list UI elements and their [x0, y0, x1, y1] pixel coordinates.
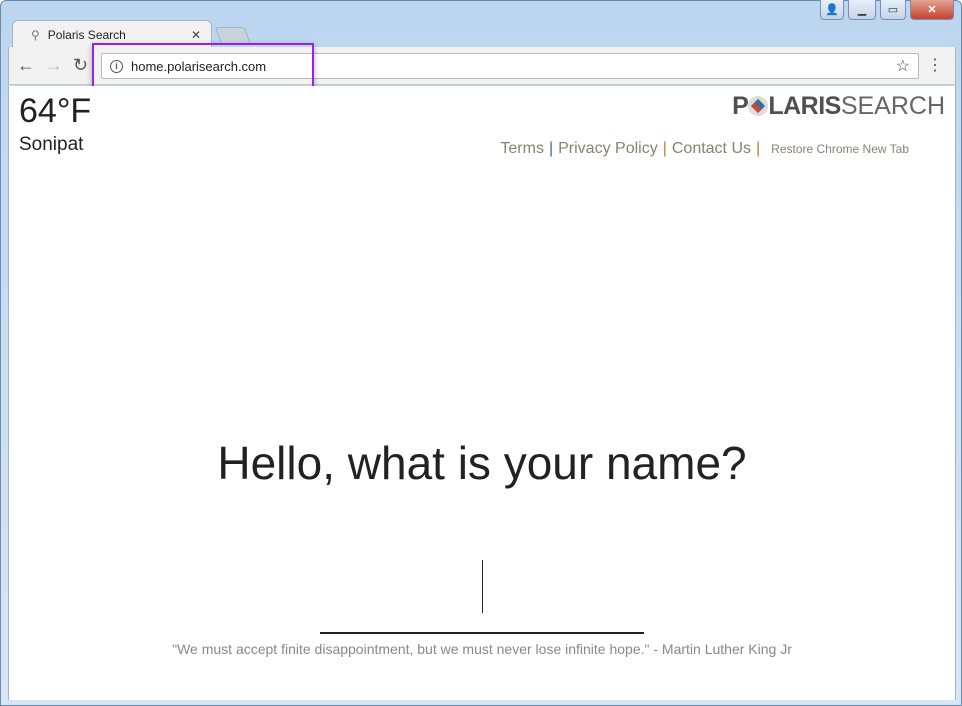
terms-link[interactable]: Terms: [500, 140, 544, 158]
restore-chrome-new-tab-link[interactable]: Restore Chrome New Tab: [771, 142, 909, 156]
close-window-button[interactable]: ✕: [910, 0, 954, 20]
tab-title: Polaris Search: [47, 27, 126, 42]
minimize-button[interactable]: ▁: [848, 0, 876, 20]
reload-icon[interactable]: ↻: [73, 55, 88, 76]
star-icon[interactable]: ☆: [896, 56, 910, 76]
privacy-policy-link[interactable]: Privacy Policy: [558, 140, 658, 158]
city: Sonipat: [19, 134, 84, 155]
address-highlight-box: [92, 43, 314, 88]
window-controls: 👤 ▁ ▭ ✕: [820, 0, 954, 20]
forward-icon[interactable]: →: [45, 55, 63, 76]
polaris-logo[interactable]: P LARISSEARCH: [732, 92, 945, 121]
profile-button[interactable]: 👤: [820, 0, 844, 20]
name-input-caret[interactable]: [482, 560, 483, 613]
top-links: Terms | Privacy Policy | Contact Us | Resto…: [500, 140, 909, 158]
contact-us-link[interactable]: Contact Us: [672, 140, 751, 158]
quote: "We must accept finite disappointment, b…: [172, 641, 792, 657]
page-content: 64°F Sonipat P LARISSEARCH Terms | Privacy…: [8, 86, 956, 700]
name-input[interactable]: [320, 632, 644, 634]
search-icon: ⚲: [31, 27, 40, 42]
temperature: 64°F: [19, 92, 92, 130]
maximize-button[interactable]: ▭: [880, 0, 906, 20]
back-icon[interactable]: ←: [17, 55, 35, 76]
close-tab-icon[interactable]: ✕: [191, 28, 201, 42]
logo-emblem-icon: [748, 96, 769, 116]
greeting-heading: Hello, what is your name?: [217, 437, 747, 489]
menu-icon[interactable]: ⋮: [927, 55, 943, 75]
